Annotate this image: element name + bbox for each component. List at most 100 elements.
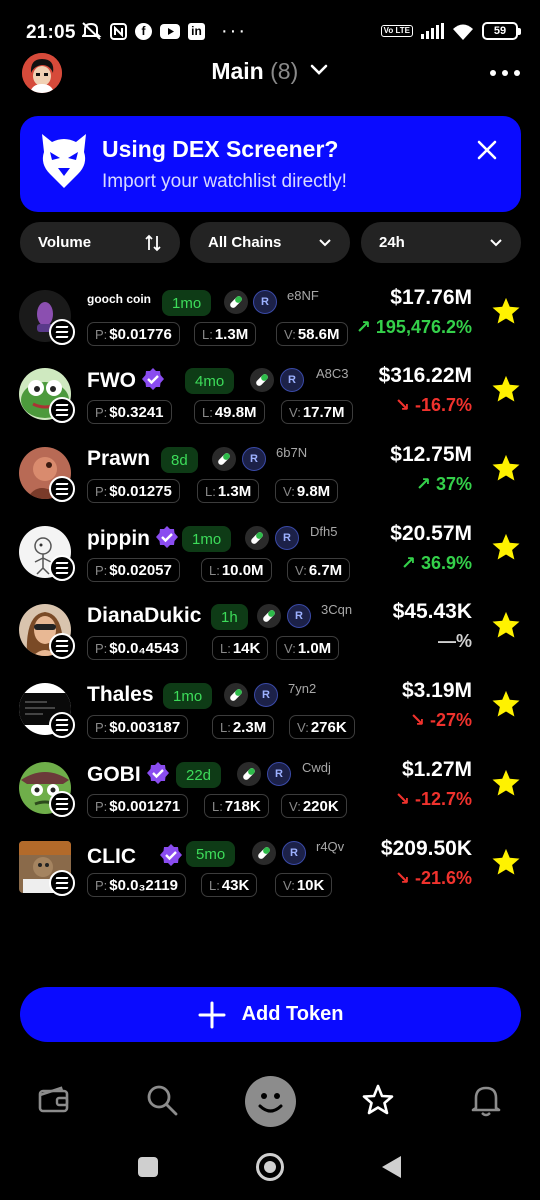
more-options-icon[interactable] bbox=[490, 66, 520, 80]
volume-stat: V: 1.0M bbox=[276, 636, 340, 660]
market-cap: $3.19M bbox=[401, 679, 472, 702]
token-age-badge: 4mo bbox=[185, 368, 235, 394]
wallet-icon[interactable] bbox=[37, 1083, 71, 1117]
token-name: gooch coin bbox=[87, 292, 151, 306]
watchlist-name: Main bbox=[211, 58, 264, 84]
verified-badge-icon bbox=[146, 762, 169, 784]
import-watchlist-banner[interactable]: Using DEX Screener? Import your watchlis… bbox=[20, 116, 521, 212]
timeframe-filter-label: 24h bbox=[379, 234, 405, 251]
raydium-icon: R bbox=[267, 762, 291, 786]
star-filled-icon[interactable] bbox=[491, 768, 521, 798]
price-stat: P: $0.001271 bbox=[87, 794, 189, 818]
home-button[interactable] bbox=[256, 1153, 284, 1181]
star-icon[interactable] bbox=[361, 1083, 395, 1117]
token-name: Thales bbox=[87, 683, 154, 706]
token-address[interactable]: Dfh5 bbox=[310, 524, 337, 539]
smiley-icon[interactable] bbox=[245, 1076, 296, 1127]
price-change: —% bbox=[437, 631, 472, 651]
star-filled-icon[interactable] bbox=[491, 689, 521, 719]
mute-icon bbox=[82, 22, 102, 40]
token-age-badge: 5mo bbox=[186, 841, 236, 867]
banner-subtitle: Import your watchlist directly! bbox=[102, 171, 347, 192]
token-row[interactable]: gooch coin 1mo R e8NF P: $0.01776 L: 1.3M … bbox=[0, 286, 540, 365]
token-age-badge: 8d bbox=[161, 447, 198, 473]
token-address[interactable]: e8NF bbox=[287, 288, 319, 303]
token-row[interactable]: CLIC 5mo R r4Qv P: $0.0₃2119 L: 43K V: 10K … bbox=[0, 837, 540, 916]
volume-stat: V: 10K bbox=[275, 873, 333, 897]
back-button[interactable] bbox=[382, 1156, 401, 1178]
token-row[interactable]: Thales 1mo R 7yn2 P: $0.003187 L: 2.3M V: 2… bbox=[0, 679, 540, 758]
token-row[interactable]: Prawn 8d R 6b7N P: $0.01275 L: 1.3M V: 9.8M… bbox=[0, 443, 540, 522]
chevron-down-icon bbox=[490, 238, 502, 246]
price-stat: P: $0.003187 bbox=[87, 715, 189, 739]
sort-icon bbox=[145, 234, 161, 251]
star-filled-icon[interactable] bbox=[491, 847, 521, 877]
raydium-icon: R bbox=[242, 447, 266, 471]
solana-chain-icon bbox=[49, 712, 75, 738]
close-icon[interactable] bbox=[475, 138, 499, 162]
watchlist-title-dropdown[interactable]: Main (8) bbox=[0, 58, 540, 85]
pill-icon bbox=[257, 604, 281, 628]
token-address[interactable]: A8C3 bbox=[316, 366, 349, 381]
volume-stat: V: 9.8M bbox=[275, 479, 339, 503]
price-stat: P: $0.3241 bbox=[87, 400, 172, 424]
star-filled-icon[interactable] bbox=[491, 532, 521, 562]
bell-icon[interactable] bbox=[469, 1083, 503, 1117]
sort-filter[interactable]: Volume bbox=[20, 222, 180, 263]
star-filled-icon[interactable] bbox=[491, 296, 521, 326]
market-cap: $20.57M bbox=[390, 522, 472, 545]
chain-filter[interactable]: All Chains bbox=[190, 222, 350, 263]
star-filled-icon[interactable] bbox=[491, 610, 521, 640]
star-filled-icon[interactable] bbox=[491, 374, 521, 404]
market-cap: $17.76M bbox=[390, 286, 472, 309]
star-filled-icon[interactable] bbox=[491, 453, 521, 483]
price-stat: P: $0.0₃2119 bbox=[87, 873, 186, 897]
price-change: ↗ 36.9% bbox=[400, 553, 472, 573]
price-change: ↘ -12.7% bbox=[394, 789, 472, 809]
token-address[interactable]: Cwdj bbox=[302, 760, 331, 775]
volume-stat: V: 17.7M bbox=[281, 400, 353, 424]
more-notifications-icon: ··· bbox=[221, 20, 247, 42]
token-address[interactable]: r4Qv bbox=[316, 839, 344, 854]
raydium-icon: R bbox=[280, 368, 304, 392]
token-row[interactable]: pippin 1mo R Dfh5 P: $0.02057 L: 10.0M V: 6… bbox=[0, 522, 540, 601]
liquidity-stat: L: 10.0M bbox=[201, 558, 272, 582]
facebook-icon: f bbox=[135, 22, 152, 40]
token-row[interactable]: FWO 4mo R A8C3 P: $0.3241 L: 49.8M V: 17.7M… bbox=[0, 364, 540, 443]
search-icon[interactable] bbox=[145, 1083, 179, 1117]
chain-filter-label: All Chains bbox=[208, 234, 282, 251]
token-address[interactable]: 6b7N bbox=[276, 445, 307, 460]
nfc-icon bbox=[110, 22, 127, 40]
pill-icon bbox=[252, 841, 276, 865]
timeframe-filter[interactable]: 24h bbox=[361, 222, 521, 263]
solana-chain-icon bbox=[49, 476, 75, 502]
token-age-badge: 1mo bbox=[162, 290, 212, 316]
token-row[interactable]: DianaDukic 1h R 3Cqn P: $0.0₄4543 L: 14K V… bbox=[0, 600, 540, 679]
watchlist-count: (8) bbox=[270, 58, 299, 84]
token-age-badge: 1mo bbox=[182, 526, 232, 552]
market-cap: $1.27M bbox=[401, 758, 472, 781]
token-name: CLIC bbox=[87, 845, 136, 866]
liquidity-stat: L: 43K bbox=[201, 873, 258, 897]
solana-chain-icon bbox=[49, 791, 75, 817]
add-token-button[interactable]: Add Token bbox=[20, 987, 521, 1042]
price-stat: P: $0.01776 bbox=[87, 322, 180, 346]
pill-icon bbox=[250, 368, 274, 392]
token-name-group: FWO bbox=[87, 368, 164, 393]
liquidity-stat: L: 49.8M bbox=[194, 400, 265, 424]
token-name-group: pippin bbox=[87, 526, 178, 551]
volume-stat: V: 276K bbox=[289, 715, 355, 739]
verified-badge-icon bbox=[141, 368, 164, 390]
pill-icon bbox=[224, 290, 248, 314]
battery-level: 59 bbox=[493, 25, 507, 37]
price-stat: P: $0.01275 bbox=[87, 479, 180, 503]
pill-icon bbox=[224, 683, 248, 707]
liquidity-stat: L: 1.3M bbox=[194, 322, 257, 346]
liquidity-stat: L: 2.3M bbox=[212, 715, 275, 739]
token-row[interactable]: GOBI 22d R Cwdj P: $0.001271 L: 718K V: 220… bbox=[0, 758, 540, 837]
recents-button[interactable] bbox=[138, 1157, 158, 1177]
status-system-icons: Vo LTE 59 bbox=[380, 22, 521, 40]
token-address[interactable]: 7yn2 bbox=[288, 681, 316, 696]
token-address[interactable]: 3Cqn bbox=[321, 602, 352, 617]
price-stat: P: $0.02057 bbox=[87, 558, 180, 582]
